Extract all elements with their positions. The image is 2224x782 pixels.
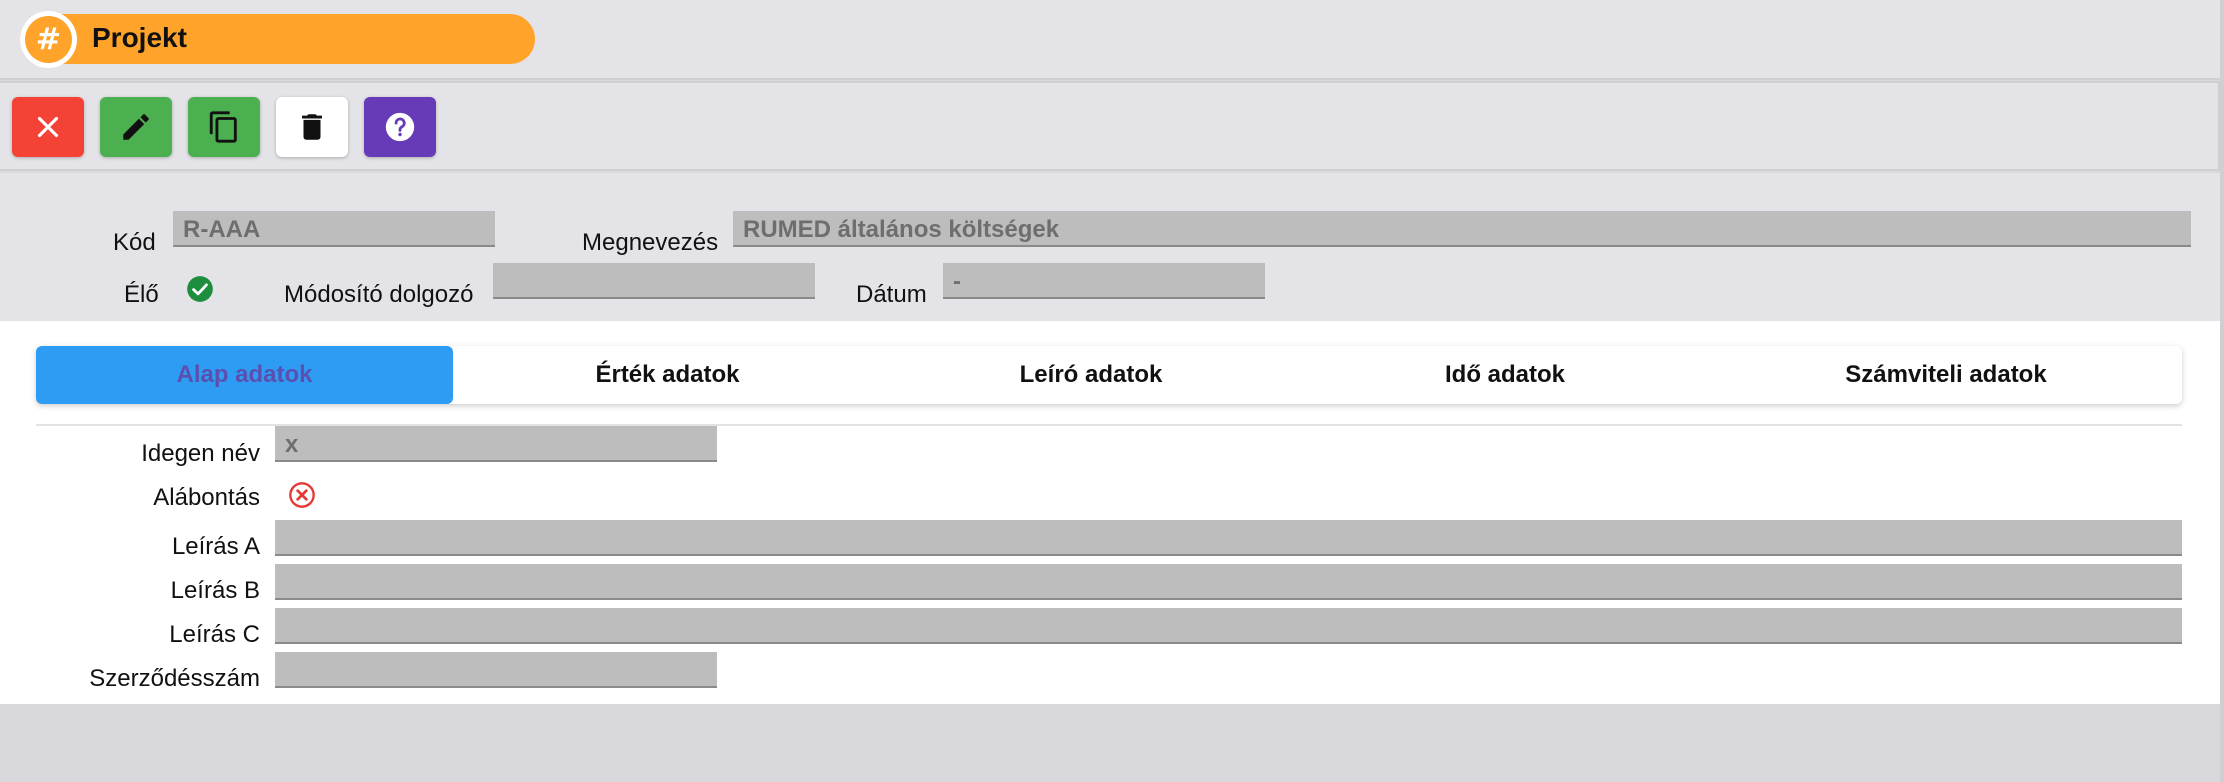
check-icon: [187, 276, 213, 302]
idegen-nev-label: Idegen név: [141, 440, 260, 467]
tab-alap-adatok[interactable]: Alap adatok: [36, 346, 453, 404]
szerzodesszam-label: Szerződésszám: [89, 665, 260, 692]
header-fields: Kód R-AAA Megnevezés RUMED általános köl…: [0, 173, 2224, 321]
tab-ido-adatok[interactable]: Idő adatok: [1300, 346, 1710, 404]
datum-field[interactable]: -: [943, 263, 1265, 299]
leiras-c-label: Leírás C: [169, 621, 260, 648]
title-bar: # Projekt: [0, 0, 2224, 80]
leiras-c-field[interactable]: [275, 608, 2182, 644]
help-icon: [385, 112, 415, 142]
kod-label: Kód: [113, 229, 156, 256]
leiras-a-field[interactable]: [275, 520, 2182, 556]
toolbar: [0, 81, 2220, 171]
megnevezes-label: Megnevezés: [582, 229, 719, 256]
leiras-b-label: Leírás B: [170, 577, 260, 604]
delete-button[interactable]: [276, 97, 348, 157]
leiras-b-field[interactable]: [275, 564, 2182, 600]
szerzodesszam-field[interactable]: [275, 652, 717, 688]
window-title: Projekt: [92, 22, 187, 53]
x-circle-icon: [289, 482, 315, 508]
modosito-label: Módosító dolgozó: [284, 281, 474, 308]
modosito-field[interactable]: [493, 263, 815, 299]
copy-icon: [209, 111, 237, 143]
edit-button[interactable]: [100, 97, 172, 157]
project-window: # Projekt Kód R-AAA Megnevezés RUMED ált…: [0, 0, 2224, 782]
alabontas-label: Alábontás: [153, 484, 260, 511]
tab-ertek-adatok[interactable]: Érték adatok: [453, 346, 882, 404]
help-button[interactable]: [364, 97, 436, 157]
hash-icon: #: [25, 16, 72, 63]
window-edge: [2220, 0, 2224, 782]
trash-icon: [302, 114, 322, 140]
copy-button[interactable]: [188, 97, 260, 157]
megnevezes-field[interactable]: RUMED általános költségek: [733, 211, 2191, 247]
elo-label: Élő: [124, 281, 159, 308]
tab-leiro-adatok[interactable]: Leíró adatok: [882, 346, 1300, 404]
kod-field[interactable]: R-AAA: [173, 211, 495, 247]
title-icon-wrap: #: [20, 11, 77, 68]
datum-label: Dátum: [856, 281, 927, 308]
tab-szamviteli-adatok[interactable]: Számviteli adatok: [1710, 346, 2182, 404]
pencil-icon: [123, 114, 149, 140]
close-icon: [37, 116, 59, 138]
footer-area: [0, 704, 2224, 782]
leiras-a-label: Leírás A: [171, 533, 260, 560]
tab-bar: Alap adatok Érték adatok Leíró adatok Id…: [36, 346, 2182, 404]
idegen-nev-field[interactable]: x: [275, 426, 717, 462]
close-button[interactable]: [12, 97, 84, 157]
